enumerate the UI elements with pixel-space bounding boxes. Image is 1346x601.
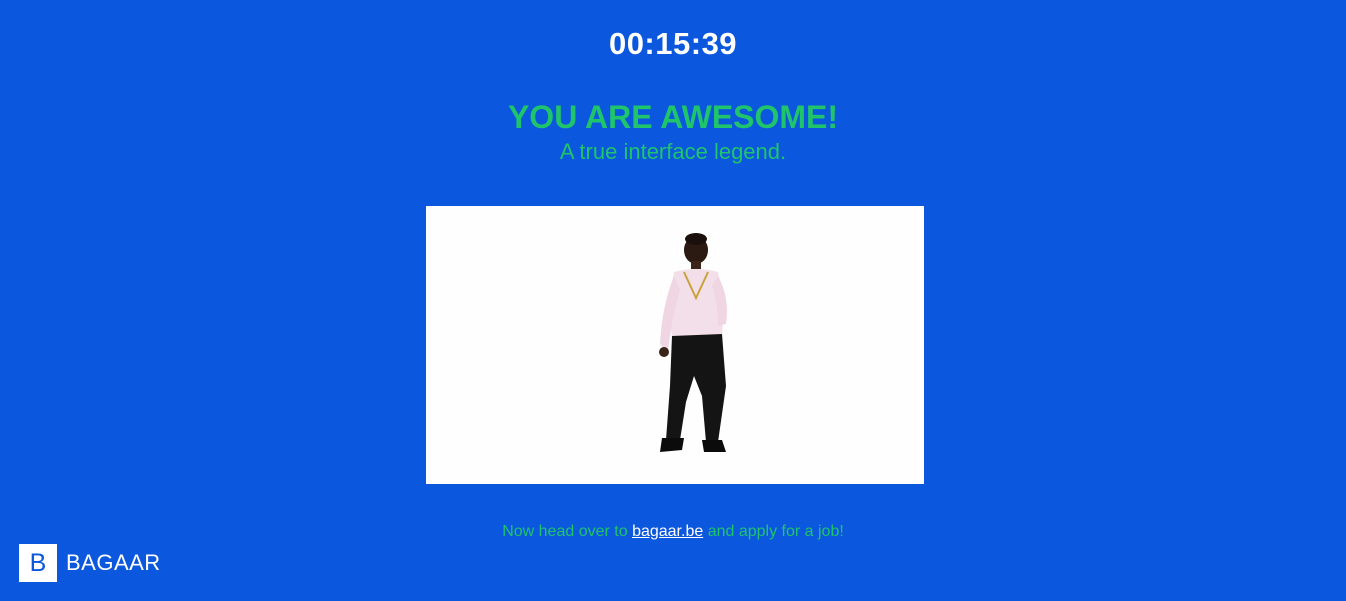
logo-wordmark: BAGAAR: [66, 550, 161, 575]
logo-mark: B: [19, 544, 57, 582]
countdown-timer: 00:15:39: [608, 26, 738, 61]
celebration-gif: [426, 206, 924, 484]
bagaar-logo[interactable]: B BAGAAR: [19, 544, 161, 582]
dancing-man-icon: [659, 233, 727, 452]
footer-suffix: and apply for a job!: [703, 523, 844, 540]
footer-message: Now head over to bagaar.be and apply for…: [0, 523, 1346, 541]
success-subline: A true interface legend.: [559, 139, 787, 164]
bagaar-link[interactable]: bagaar.be: [632, 523, 703, 540]
success-headline: YOU ARE AWESOME!: [507, 99, 839, 135]
footer-prefix: Now head over to: [502, 523, 633, 540]
